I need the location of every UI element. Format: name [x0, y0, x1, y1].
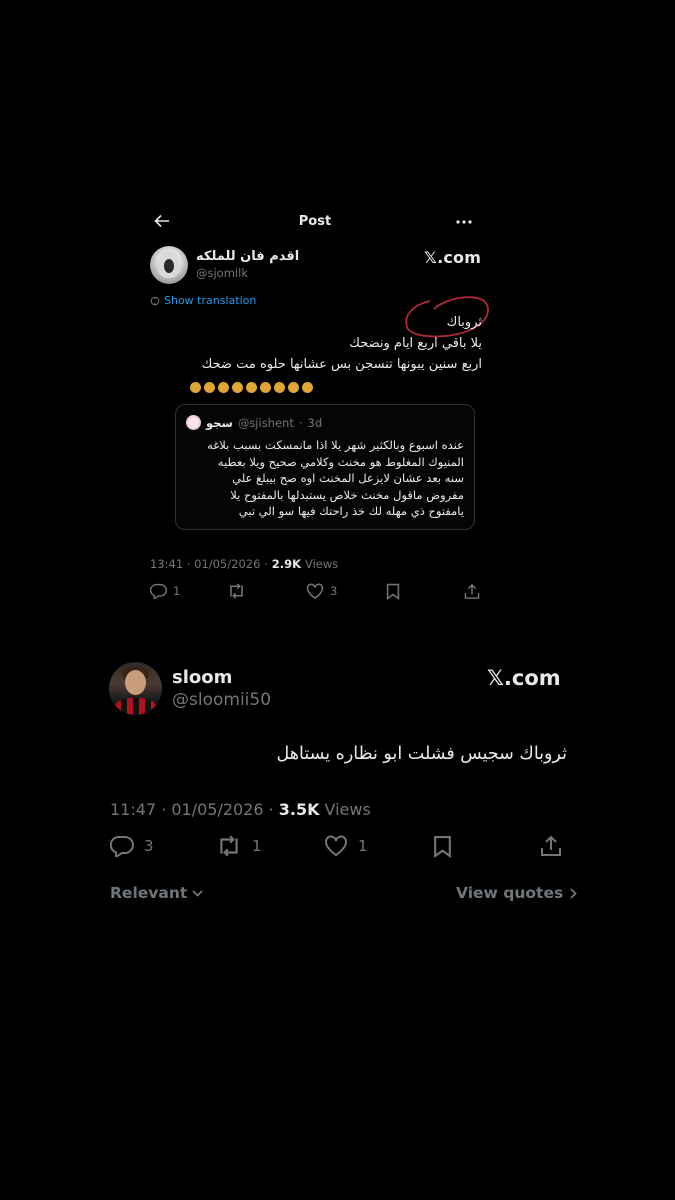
chevron-right-icon — [570, 887, 577, 899]
post-header: Post — [150, 212, 480, 234]
reply-button[interactable]: 1 — [150, 583, 180, 599]
emoji-icon — [190, 382, 201, 393]
chevron-down-icon — [192, 889, 203, 897]
post-time: 11:47 · 01/05/2026 · — [110, 800, 274, 819]
emoji-icon — [274, 382, 285, 393]
repost-icon — [220, 835, 238, 857]
quote-text-line: عنده اسبوع وبالكثير شهر يلا اذا مانمسكت … — [207, 438, 464, 452]
show-translation-link[interactable]: Show translation — [150, 294, 256, 307]
author-name[interactable]: sloom — [172, 667, 232, 688]
bookmark-button[interactable] — [386, 583, 400, 600]
reply-icon — [150, 583, 167, 599]
quote-author-handle: @sjishent — [237, 415, 294, 430]
more-icon[interactable] — [456, 220, 472, 224]
quoted-post[interactable]: سجو @sjishent · 3d عنده اسبوع وبالكثير ش… — [175, 404, 475, 530]
author-name[interactable]: اقدم فان للملكه — [196, 249, 299, 264]
post-text: ثروباك سجيس فشلت ابو نظاره يستاهل — [276, 744, 567, 764]
post-meta: 11:47 · 01/05/2026 · 3.5K Views — [110, 800, 371, 819]
sort-label: Relevant — [110, 884, 188, 902]
post-text-line: ثروباك — [446, 315, 482, 330]
author-handle[interactable]: @sjomilk — [196, 266, 248, 280]
like-icon — [306, 583, 324, 599]
views-label: Views — [305, 557, 339, 571]
quote-text-line: سنه بعد عشان لايزعل المخنث اوه صح بيبلغ … — [232, 471, 464, 485]
quote-author-name: سجو — [206, 415, 233, 430]
repost-button[interactable] — [227, 583, 246, 599]
quote-time: 3d — [307, 415, 323, 430]
view-quotes-label: View quotes — [456, 884, 564, 902]
emoji-icon — [218, 382, 229, 393]
like-count: 3 — [330, 584, 338, 598]
post-time: 13:41 · 01/05/2026 · — [150, 557, 268, 571]
brand-label: 𝕏.com — [487, 666, 561, 690]
emoji-icon — [288, 382, 299, 393]
views-count: 3.5K — [278, 800, 320, 819]
action-bar: 1 3 — [150, 583, 480, 603]
emoji-icon — [302, 382, 313, 393]
translate-icon — [150, 296, 160, 305]
views-count: 2.9K — [271, 557, 301, 571]
bookmark-icon — [386, 583, 400, 600]
share-icon — [541, 835, 561, 856]
quote-header: سجو @sjishent · 3d — [186, 415, 464, 430]
share-button[interactable] — [464, 583, 480, 600]
like-count: 1 — [358, 836, 368, 855]
repost-icon — [230, 583, 243, 599]
quote-avatar — [186, 415, 201, 430]
post-meta: 13:41 · 01/05/2026 · 2.9K Views — [150, 557, 338, 571]
brand-label: 𝕏.com — [424, 248, 482, 267]
like-button[interactable]: 3 — [306, 583, 337, 599]
share-icon — [464, 583, 480, 599]
emoji-icon — [204, 382, 215, 393]
quote-text-line: مفروض ماقول مخنث خلاص يستبدلها بالمفتوح … — [230, 487, 464, 502]
repost-button[interactable]: 1 — [216, 835, 262, 857]
emoji-icon — [232, 382, 243, 393]
view-quotes-link[interactable]: View quotes — [456, 884, 577, 902]
post-text: ثروباك يلا باقي اربع ايام ونضحك اربع سني… — [162, 312, 482, 375]
like-button[interactable]: 1 — [324, 835, 368, 856]
quote-separator: · — [298, 415, 303, 430]
author-handle[interactable]: @sloomii50 — [172, 690, 271, 710]
repost-count: 1 — [252, 837, 262, 855]
emoji-icon — [246, 382, 257, 393]
reply-count: 3 — [144, 837, 154, 855]
views-label: Views — [324, 800, 371, 819]
post-text-line: يلا باقي اربع ايام ونضحك — [349, 336, 482, 351]
reply-icon — [110, 835, 134, 857]
avatar[interactable] — [150, 246, 188, 284]
show-translation-label: Show translation — [164, 294, 257, 307]
reply-button[interactable]: 3 — [110, 835, 154, 857]
quote-text: عنده اسبوع وبالكثير شهر يلا اذا مانمسكت … — [182, 437, 464, 520]
bookmark-button[interactable] — [433, 835, 452, 858]
share-button[interactable] — [540, 835, 562, 857]
quote-text-line: يامفتوح ذي مهله لك خذ راحتك فيها سو الي … — [238, 504, 464, 518]
post-text-line: اربع سنين يبونها تنسجن بس عشانها حلوه مت… — [201, 357, 482, 372]
emoji-icon — [260, 382, 271, 393]
emoji-row — [190, 382, 313, 393]
like-icon — [325, 835, 347, 856]
reply-count: 1 — [173, 584, 181, 598]
bookmark-icon — [434, 836, 451, 858]
avatar[interactable] — [109, 662, 162, 715]
action-bar: 3 1 1 — [110, 835, 565, 861]
sort-dropdown[interactable]: Relevant — [110, 884, 203, 902]
quote-text-line: المنيوك المغلوط هو مخنث وكلامي صحيح ويلا… — [217, 454, 464, 469]
post-title: Post — [298, 214, 332, 229]
